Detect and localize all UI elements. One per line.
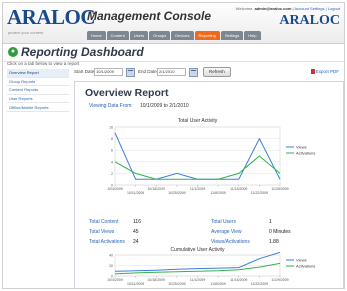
welcome-prefix: Welcome, xyxy=(235,6,254,11)
plot-area xyxy=(114,126,281,186)
x-tick-label: 11/29/2009 xyxy=(271,187,288,191)
top-bar: ARALOC protect your content Management C… xyxy=(3,3,344,44)
x-tick-label: 10/18/2009 xyxy=(147,187,165,191)
calendar-icon[interactable] xyxy=(126,68,135,77)
x-tick-label: 11/15/2009 xyxy=(230,187,247,191)
sidebar-item-group-reports[interactable]: Group Reports xyxy=(7,78,69,87)
main-nav-tabs: Home Content Users Groups Devices Report… xyxy=(87,31,261,40)
logo-tagline: protect your content xyxy=(8,30,44,35)
start-date-label: Start Date xyxy=(74,69,95,74)
y-tick-label: 2 xyxy=(111,172,113,176)
legend-label: Activations xyxy=(296,151,315,156)
start-date-input[interactable]: 10/1/2009 xyxy=(94,68,123,76)
date-filter-bar: Start Date 10/1/2009 End Date 2/1/2010 R… xyxy=(74,67,342,77)
stat-total-users-value: 1 xyxy=(269,219,272,225)
stat-average-view-value: 0 Minutes xyxy=(269,229,291,235)
tab-devices[interactable]: Devices xyxy=(171,31,194,40)
tab-content[interactable]: Content xyxy=(106,31,129,40)
stat-total-content-value: 116 xyxy=(133,219,141,225)
page-hint: Click on a tab below to view a report xyxy=(7,61,80,66)
x-tick-label: 10/18/2009 xyxy=(147,278,165,282)
end-date-input[interactable]: 2/1/2010 xyxy=(157,68,186,76)
export-pdf-link[interactable]: Export PDF xyxy=(310,69,339,74)
y-tick-label: 8 xyxy=(111,137,113,141)
sidebar-item-content-reports[interactable]: Content Reports xyxy=(7,86,69,95)
stat-total-users-label: Total Users xyxy=(211,219,237,225)
overview-report-panel: Overview Report Viewing Data From: 10/1/… xyxy=(74,81,344,288)
x-tick-label: 11/8/2009 xyxy=(210,282,225,286)
legend-label: Views xyxy=(296,145,307,150)
app-window: ARALOC protect your content Management C… xyxy=(2,2,345,289)
legend-label: Activations xyxy=(296,264,315,269)
welcome-user: admin@araloc.com xyxy=(254,6,292,11)
x-tick-label: 11/1/2009 xyxy=(190,278,205,282)
total-activity-chart-svg: Total User Activity024681010/4/2009 10/18… xyxy=(107,118,315,195)
sidebar-item-offline-mobile[interactable]: Offline/Mobile Reports xyxy=(7,103,69,112)
pdf-icon xyxy=(310,69,315,74)
report-sidebar: Overview Report Group Reports Content Re… xyxy=(7,69,69,112)
x-tick-label: 11/1/2009 xyxy=(190,187,205,191)
x-tick-label: 10/4/2009 xyxy=(107,187,123,191)
y-tick-label: 20 xyxy=(109,264,113,268)
araloc-logo-right: ARALOC xyxy=(279,13,340,28)
console-title: Management Console xyxy=(87,9,212,23)
tab-settings[interactable]: Settings xyxy=(220,31,244,40)
tab-reporting[interactable]: Reporting xyxy=(194,31,220,40)
tab-home[interactable]: Home xyxy=(87,31,106,40)
x-tick-label: 10/11/2009 xyxy=(127,282,144,286)
stat-total-views-value: 45 xyxy=(133,229,139,235)
x-tick-label: 11/22/2009 xyxy=(251,282,268,286)
x-tick-label: 10/25/2009 xyxy=(168,282,186,286)
stat-average-view-label: Average View xyxy=(211,229,242,235)
chart-title: Total User Activity xyxy=(178,118,218,124)
x-tick-label: 10/4/2009 xyxy=(107,278,123,282)
total-activity-chart: Total User Activity 0 2 4 6 8 10 10/4/2009 10/18… xyxy=(75,111,343,222)
cumulative-activity-chart-svg: Cumulative User Activity0204010/4/2009 10… xyxy=(107,247,315,286)
calendar-icon[interactable] xyxy=(189,68,198,77)
end-date-label: End Date xyxy=(138,69,157,74)
report-title: Overview Report xyxy=(85,87,169,99)
tab-users[interactable]: Users xyxy=(129,31,149,40)
chart-icon: ● xyxy=(8,47,18,57)
export-pdf-label: Export PDF xyxy=(315,69,339,74)
sidebar-item-user-reports[interactable]: User Reports xyxy=(7,95,69,104)
x-tick-label: 11/29/2009 xyxy=(271,278,288,282)
araloc-logo[interactable]: ARALOC xyxy=(7,5,96,30)
x-tick-label: 10/25/2009 xyxy=(168,191,186,195)
stat-total-content-label: Total Content xyxy=(89,219,119,225)
legend-label: Views xyxy=(296,258,307,263)
x-tick-label: 10/11/2009 xyxy=(127,191,144,195)
x-tick-label: 11/22/2009 xyxy=(251,191,268,195)
x-tick-label: 11/8/2009 xyxy=(210,191,225,195)
viewing-label: Viewing Data From: xyxy=(89,103,133,109)
cumulative-activity-chart: Cumulative User Activity 0 20 40 10/4/2009 10… xyxy=(75,245,343,288)
refresh-button[interactable]: Refresh xyxy=(203,67,231,77)
stat-total-views-label: Total Views xyxy=(89,229,115,235)
y-tick-label: 10 xyxy=(109,126,113,130)
chart-title: Cumulative User Activity xyxy=(171,247,225,253)
account-links[interactable]: | Account Settings | Logout xyxy=(293,6,340,11)
page-title: Reporting Dashboard xyxy=(21,45,144,59)
welcome-text: Welcome, admin@araloc.com | Account Sett… xyxy=(236,6,340,11)
sidebar-item-overview[interactable]: Overview Report xyxy=(7,69,69,78)
tab-help[interactable]: Help xyxy=(244,31,261,40)
x-tick-label: 11/15/2009 xyxy=(230,278,247,282)
page-header: ● Reporting Dashboard xyxy=(3,44,344,62)
y-tick-label: 6 xyxy=(111,149,113,153)
tab-groups[interactable]: Groups xyxy=(149,31,171,40)
viewing-range: 10/1/2009 to 2/1/2010 xyxy=(140,103,189,109)
y-tick-label: 40 xyxy=(109,254,113,258)
y-tick-label: 4 xyxy=(111,160,113,164)
